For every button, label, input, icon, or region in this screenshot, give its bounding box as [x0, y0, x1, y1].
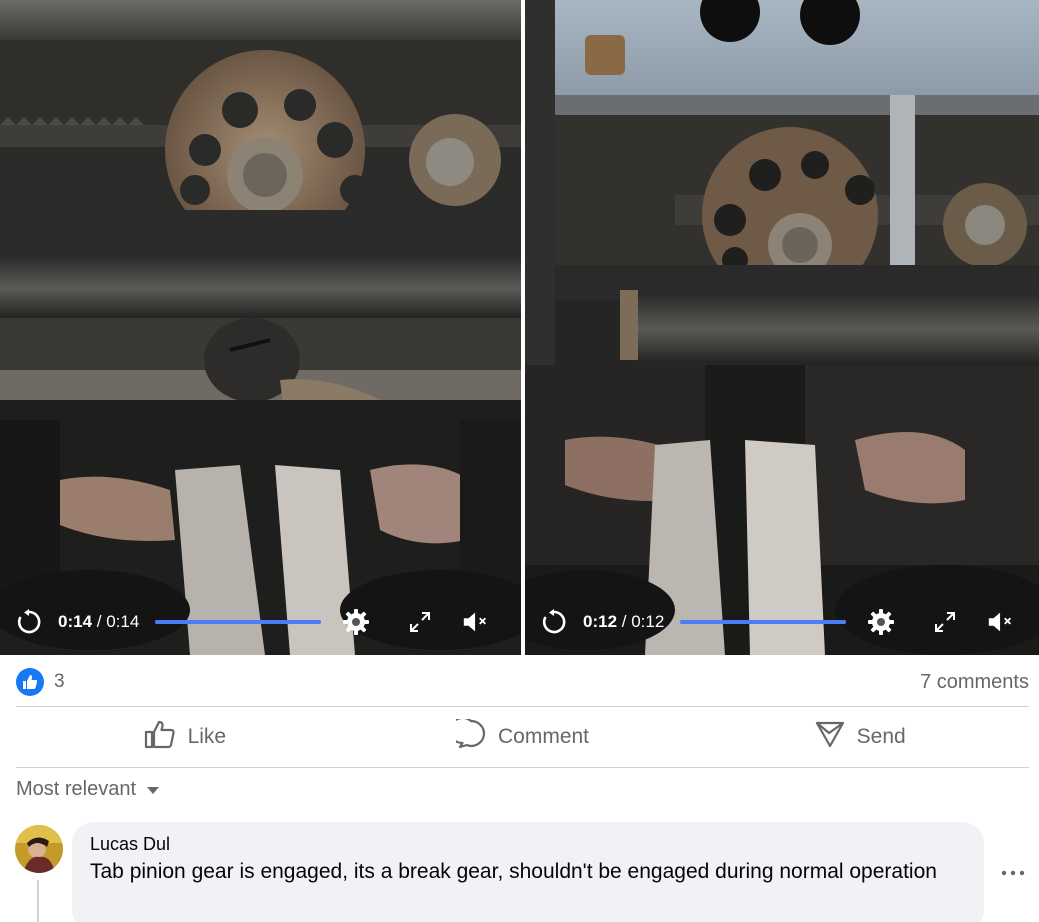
- video-time-1: 0:14 / 0:14: [58, 612, 139, 632]
- replay-icon[interactable]: [14, 607, 44, 637]
- comment-button[interactable]: Comment: [354, 708, 692, 766]
- like-count: 3: [54, 671, 65, 692]
- like-label: Like: [187, 725, 227, 748]
- send-icon: [815, 719, 845, 755]
- replay-icon[interactable]: [539, 607, 569, 637]
- time-separator: /: [92, 612, 107, 631]
- like-reaction-icon: [16, 668, 44, 696]
- video-grid: 0:14 / 0:14 0:12 / 0:12: [0, 0, 1039, 655]
- like-summary[interactable]: 3: [16, 668, 65, 696]
- send-label: Send: [856, 725, 906, 748]
- divider: [16, 706, 1029, 707]
- like-button[interactable]: Like: [16, 708, 354, 766]
- fullscreen-icon[interactable]: [930, 607, 960, 637]
- fullscreen-icon[interactable]: [405, 607, 435, 637]
- reply-thread-line: [37, 880, 39, 922]
- comment-author[interactable]: Lucas Dul: [90, 834, 966, 855]
- video-player-1[interactable]: 0:14 / 0:14: [0, 0, 521, 655]
- video-controls-2: 0:12 / 0:12: [525, 589, 1039, 655]
- volume-muted-icon[interactable]: [986, 607, 1016, 637]
- video-player-2[interactable]: 0:12 / 0:12: [525, 0, 1039, 655]
- settings-icon[interactable]: [341, 607, 371, 637]
- progress-bar-2[interactable]: [680, 620, 847, 624]
- more-options-icon[interactable]: [1000, 860, 1026, 886]
- progress-fill: [680, 620, 847, 624]
- comment-label: Comment: [497, 725, 590, 748]
- current-time: 0:14: [58, 612, 93, 631]
- comment-sort-dropdown[interactable]: Most relevant: [16, 773, 160, 805]
- post-actions: Like Comment Send: [16, 708, 1029, 766]
- progress-bar-1[interactable]: [155, 620, 322, 624]
- divider: [16, 767, 1029, 768]
- volume-muted-icon[interactable]: [461, 607, 491, 637]
- video-time-2: 0:12 / 0:12: [583, 612, 664, 632]
- progress-fill: [155, 620, 322, 624]
- comment-bubble: Lucas Dul Tab pinion gear is engaged, it…: [72, 822, 984, 922]
- settings-icon[interactable]: [866, 607, 896, 637]
- comment-text: Tab pinion gear is engaged, its a break …: [90, 860, 937, 883]
- reactions-summary: 3 7 comments: [16, 664, 1029, 700]
- thumbs-up-icon: [144, 719, 176, 755]
- duration: 0:14: [106, 612, 140, 631]
- video-controls-1: 0:14 / 0:14: [0, 589, 521, 655]
- video-frame-1: [0, 0, 521, 655]
- send-button[interactable]: Send: [691, 708, 1029, 766]
- caret-down-icon: [146, 778, 160, 801]
- current-time: 0:12: [583, 612, 618, 631]
- avatar[interactable]: [15, 825, 63, 873]
- comment-bubble-icon: [448, 716, 486, 755]
- video-frame-2: [525, 0, 1039, 655]
- time-separator: /: [617, 612, 632, 631]
- duration: 0:12: [631, 612, 665, 631]
- sort-label: Most relevant: [16, 777, 137, 800]
- comments-count-link[interactable]: 7 comments: [920, 671, 1029, 694]
